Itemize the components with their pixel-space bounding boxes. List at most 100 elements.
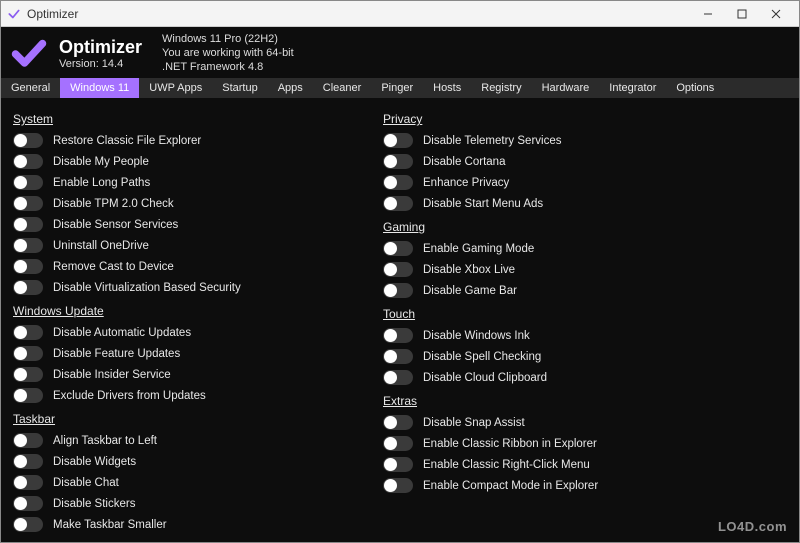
toggle[interactable] <box>13 517 43 532</box>
os-line: Windows 11 Pro (22H2) <box>162 33 294 47</box>
section-title-windows-update: Windows Update <box>13 304 353 318</box>
toggle[interactable] <box>383 436 413 451</box>
toggle[interactable] <box>383 415 413 430</box>
option-row: Uninstall OneDrive <box>13 235 353 256</box>
app-icon <box>7 7 21 21</box>
toggle[interactable] <box>13 154 43 169</box>
toggle[interactable] <box>383 457 413 472</box>
logo-icon <box>11 36 47 72</box>
option-label: Disable Stickers <box>53 498 135 510</box>
toggle[interactable] <box>383 349 413 364</box>
minimize-button[interactable] <box>691 3 725 25</box>
toggle[interactable] <box>13 217 43 232</box>
toggle-knob <box>14 455 27 468</box>
toggle-knob <box>384 437 397 450</box>
tab-startup[interactable]: Startup <box>212 78 267 98</box>
toggle-knob <box>384 242 397 255</box>
tab-hosts[interactable]: Hosts <box>423 78 471 98</box>
toggle[interactable] <box>383 328 413 343</box>
option-row: Disable Spell Checking <box>383 346 723 367</box>
option-row: Disable Chat <box>13 472 353 493</box>
app-title-block: Optimizer Version: 14.4 <box>59 37 142 70</box>
toggle-knob <box>384 329 397 342</box>
options-columns: SystemRestore Classic File ExplorerDisab… <box>1 98 799 542</box>
toggle-knob <box>384 197 397 210</box>
titlebar[interactable]: Optimizer <box>1 1 799 27</box>
toggle[interactable] <box>13 496 43 511</box>
toggle-knob <box>14 326 27 339</box>
option-label: Restore Classic File Explorer <box>53 135 201 147</box>
toggle[interactable] <box>383 241 413 256</box>
option-label: Disable TPM 2.0 Check <box>53 198 174 210</box>
toggle[interactable] <box>13 454 43 469</box>
option-row: Disable Xbox Live <box>383 259 723 280</box>
option-label: Disable Windows Ink <box>423 330 530 342</box>
toggle[interactable] <box>383 370 413 385</box>
maximize-button[interactable] <box>725 3 759 25</box>
tab-cleaner[interactable]: Cleaner <box>313 78 372 98</box>
tab-integrator[interactable]: Integrator <box>599 78 666 98</box>
toggle[interactable] <box>383 154 413 169</box>
toggle[interactable] <box>13 175 43 190</box>
option-row: Enhance Privacy <box>383 172 723 193</box>
toggle-knob <box>14 476 27 489</box>
tab-apps[interactable]: Apps <box>268 78 313 98</box>
toggle[interactable] <box>383 175 413 190</box>
toggle-knob <box>14 260 27 273</box>
option-row: Enable Gaming Mode <box>383 238 723 259</box>
toggle[interactable] <box>13 388 43 403</box>
toggle-knob <box>14 239 27 252</box>
toggle[interactable] <box>13 280 43 295</box>
toggle-knob <box>14 176 27 189</box>
option-row: Disable Virtualization Based Security <box>13 277 353 298</box>
option-row: Disable Game Bar <box>383 280 723 301</box>
option-label: Disable Game Bar <box>423 285 517 297</box>
option-row: Align Taskbar to Left <box>13 430 353 451</box>
option-label: Enable Compact Mode in Explorer <box>423 480 598 492</box>
option-label: Disable Snap Assist <box>423 417 525 429</box>
option-row: Disable Start Menu Ads <box>383 193 723 214</box>
toggle[interactable] <box>13 325 43 340</box>
toggle[interactable] <box>13 346 43 361</box>
toggle-knob <box>384 350 397 363</box>
toggle[interactable] <box>383 478 413 493</box>
toggle[interactable] <box>13 133 43 148</box>
toggle[interactable] <box>13 475 43 490</box>
toggle[interactable] <box>13 196 43 211</box>
toggle[interactable] <box>13 433 43 448</box>
close-button[interactable] <box>759 3 793 25</box>
toggle[interactable] <box>383 133 413 148</box>
section-title-taskbar: Taskbar <box>13 412 353 426</box>
option-row: Enable Classic Ribbon in Explorer <box>383 433 723 454</box>
tab-options[interactable]: Options <box>666 78 724 98</box>
option-label: Disable Chat <box>53 477 119 489</box>
system-info: Windows 11 Pro (22H2) You are working wi… <box>162 33 294 74</box>
app-version: Version: 14.4 <box>59 58 142 70</box>
tab-registry[interactable]: Registry <box>471 78 531 98</box>
toggle-knob <box>384 371 397 384</box>
tab-windows-11[interactable]: Windows 11 <box>60 78 139 98</box>
option-row: Disable Cortana <box>383 151 723 172</box>
toggle[interactable] <box>13 367 43 382</box>
tab-general[interactable]: General <box>1 78 60 98</box>
option-row: Enable Classic Right-Click Menu <box>383 454 723 475</box>
toggle[interactable] <box>383 283 413 298</box>
toggle-knob <box>14 497 27 510</box>
toggle[interactable] <box>13 259 43 274</box>
toggle[interactable] <box>383 262 413 277</box>
tab-hardware[interactable]: Hardware <box>532 78 600 98</box>
app-name: Optimizer <box>59 37 142 58</box>
toggle-knob <box>384 458 397 471</box>
toggle-knob <box>14 218 27 231</box>
tab-pinger[interactable]: Pinger <box>371 78 423 98</box>
option-label: Disable Insider Service <box>53 369 171 381</box>
option-label: Enable Classic Right-Click Menu <box>423 459 590 471</box>
toggle[interactable] <box>13 238 43 253</box>
app-header: Optimizer Version: 14.4 Windows 11 Pro (… <box>1 27 799 78</box>
toggle-knob <box>14 518 27 531</box>
option-row: Enable Compact Mode in Explorer <box>383 475 723 496</box>
tab-uwp-apps[interactable]: UWP Apps <box>139 78 212 98</box>
option-label: Remove Cast to Device <box>53 261 174 273</box>
toggle[interactable] <box>383 196 413 211</box>
app-window: Optimizer Optimizer Version: 14.4 Window… <box>0 0 800 543</box>
